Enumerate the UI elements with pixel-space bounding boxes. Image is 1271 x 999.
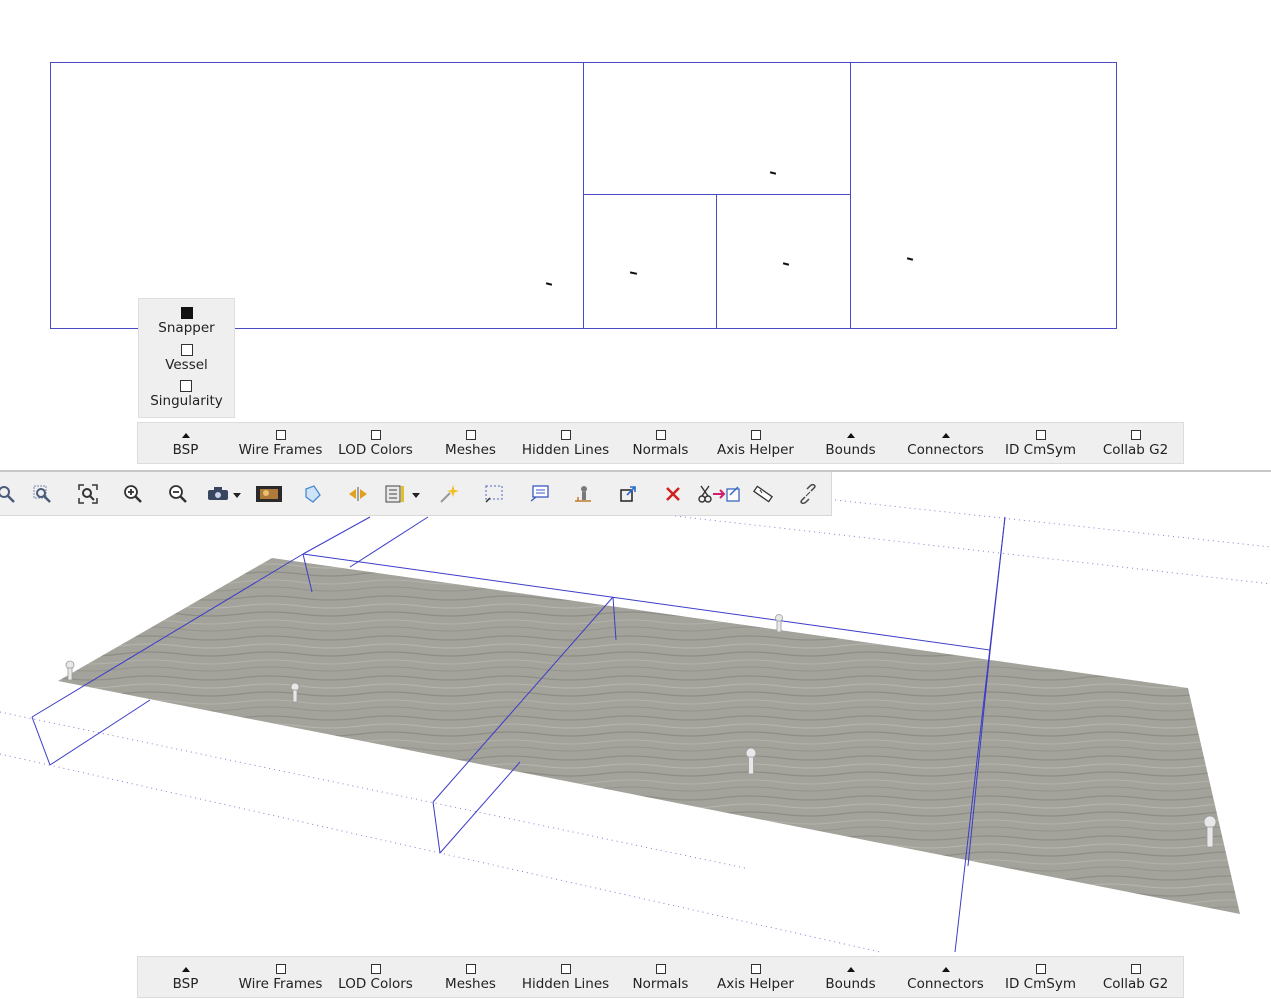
sparkle-select-icon[interactable] [437, 482, 461, 506]
wire-bound [49, 699, 151, 766]
display-options-toolbar-bottom: BSP Wire Frames LOD Colors Meshes Hidden… [137, 956, 1184, 998]
wire-bound [31, 716, 51, 766]
marquee-select-icon[interactable] [482, 482, 506, 506]
expand-arrow-icon [846, 967, 855, 972]
figure-marker[interactable] [775, 614, 783, 633]
checkbox[interactable] [655, 430, 666, 440]
zoom-extents-icon[interactable] [76, 482, 100, 506]
checkbox[interactable] [560, 430, 571, 440]
plan-marker[interactable] [545, 282, 553, 286]
flip-horizontal-icon[interactable] [346, 482, 370, 506]
delete-icon[interactable] [661, 482, 685, 506]
checkbox[interactable] [1035, 430, 1046, 440]
comment-icon[interactable] [527, 482, 551, 506]
zoom-in-icon[interactable] [121, 482, 145, 506]
option-wire-frames[interactable]: Wire Frames [233, 423, 328, 463]
checkbox[interactable] [655, 964, 666, 974]
option-bounds[interactable]: Bounds [803, 423, 898, 463]
layer-label: Singularity [150, 393, 223, 410]
checkbox[interactable] [465, 964, 476, 974]
guide-line [834, 499, 1271, 548]
option-normals[interactable]: Normals [613, 423, 708, 463]
checkbox[interactable] [750, 430, 761, 440]
plan-marker[interactable] [782, 262, 790, 266]
wire-bound [349, 516, 429, 568]
checkbox[interactable] [1130, 430, 1141, 440]
plan-marker[interactable] [629, 271, 638, 275]
plan-marker[interactable] [906, 257, 914, 261]
expand-arrow-icon [941, 433, 950, 438]
option-axis-helper[interactable]: Axis Helper [708, 957, 803, 997]
wire-bound [432, 801, 441, 854]
checkbox[interactable] [750, 964, 761, 974]
measure-icon[interactable] [751, 482, 775, 506]
checkbox[interactable] [1130, 964, 1141, 974]
checkbox[interactable] [1035, 964, 1046, 974]
option-bsp[interactable]: BSP [138, 957, 233, 997]
expand-arrow-icon [941, 967, 950, 972]
checkbox[interactable] [275, 964, 286, 974]
cut-paste-icon[interactable] [697, 482, 743, 506]
expand-arrow-icon [846, 433, 855, 438]
zoom-region-icon[interactable] [30, 482, 54, 506]
layout-dropdown-icon[interactable] [384, 482, 424, 506]
camera-dropdown-icon[interactable] [206, 482, 244, 506]
wire-bound [439, 761, 521, 854]
checkbox[interactable] [465, 430, 476, 440]
option-bsp[interactable]: BSP [138, 423, 233, 463]
checkbox[interactable] [370, 964, 381, 974]
option-collab-g2[interactable]: Collab G2 [1088, 423, 1183, 463]
layer-label: Snapper [158, 320, 215, 336]
unlink-icon[interactable] [796, 482, 820, 506]
floor-plane[interactable] [58, 558, 1240, 914]
option-normals[interactable]: Normals [613, 957, 708, 997]
guide-line [674, 515, 1271, 585]
option-lod-colors[interactable]: LOD Colors [328, 423, 423, 463]
film-icon[interactable] [255, 482, 283, 506]
snapper-checkbox[interactable] [180, 307, 193, 319]
option-connectors[interactable]: Connectors [898, 423, 993, 463]
option-meshes[interactable]: Meshes [423, 957, 518, 997]
option-connectors[interactable]: Connectors [898, 957, 993, 997]
option-hidden-lines[interactable]: Hidden Lines [518, 957, 613, 997]
3d-view[interactable]: BSP Wire Frames LOD Colors Meshes Hidden… [0, 472, 1271, 999]
display-options-toolbar-top: BSP Wire Frames LOD Colors Meshes Hidden… [137, 422, 1184, 464]
option-id-cmsym[interactable]: ID CmSym [993, 423, 1088, 463]
singularity-checkbox[interactable] [180, 380, 193, 393]
layer-singularity[interactable]: Singularity [150, 380, 223, 417]
checkbox[interactable] [560, 964, 571, 974]
layer-snapper[interactable]: Snapper [158, 307, 215, 344]
option-id-cmsym[interactable]: ID CmSym [993, 957, 1088, 997]
option-collab-g2[interactable]: Collab G2 [1088, 957, 1183, 997]
plan-view[interactable]: Snapper Vessel Singularity BSP Wire Fram… [0, 0, 1271, 470]
option-meshes[interactable]: Meshes [423, 423, 518, 463]
option-hidden-lines[interactable]: Hidden Lines [518, 423, 613, 463]
option-wire-frames[interactable]: Wire Frames [233, 957, 328, 997]
plan-marker[interactable] [769, 171, 777, 175]
user-pin-icon[interactable] [571, 482, 595, 506]
expand-arrow-icon [181, 967, 190, 972]
viewport-toolbar [0, 472, 832, 516]
checkbox[interactable] [275, 430, 286, 440]
tag-icon[interactable] [301, 482, 325, 506]
layer-panel: Snapper Vessel Singularity [138, 298, 235, 418]
option-lod-colors[interactable]: LOD Colors [328, 957, 423, 997]
layer-label: Vessel [165, 356, 208, 373]
3d-canvas[interactable] [0, 472, 1271, 999]
zoom-out-icon[interactable] [166, 482, 190, 506]
transform-icon[interactable] [616, 482, 640, 506]
layer-vessel[interactable]: Vessel [165, 343, 208, 381]
wire-bound [302, 516, 371, 555]
checkbox[interactable] [370, 430, 381, 440]
expand-arrow-icon [181, 433, 190, 438]
option-bounds[interactable]: Bounds [803, 957, 898, 997]
zoom-icon[interactable] [0, 482, 18, 506]
option-axis-helper[interactable]: Axis Helper [708, 423, 803, 463]
vessel-checkbox[interactable] [180, 343, 193, 356]
